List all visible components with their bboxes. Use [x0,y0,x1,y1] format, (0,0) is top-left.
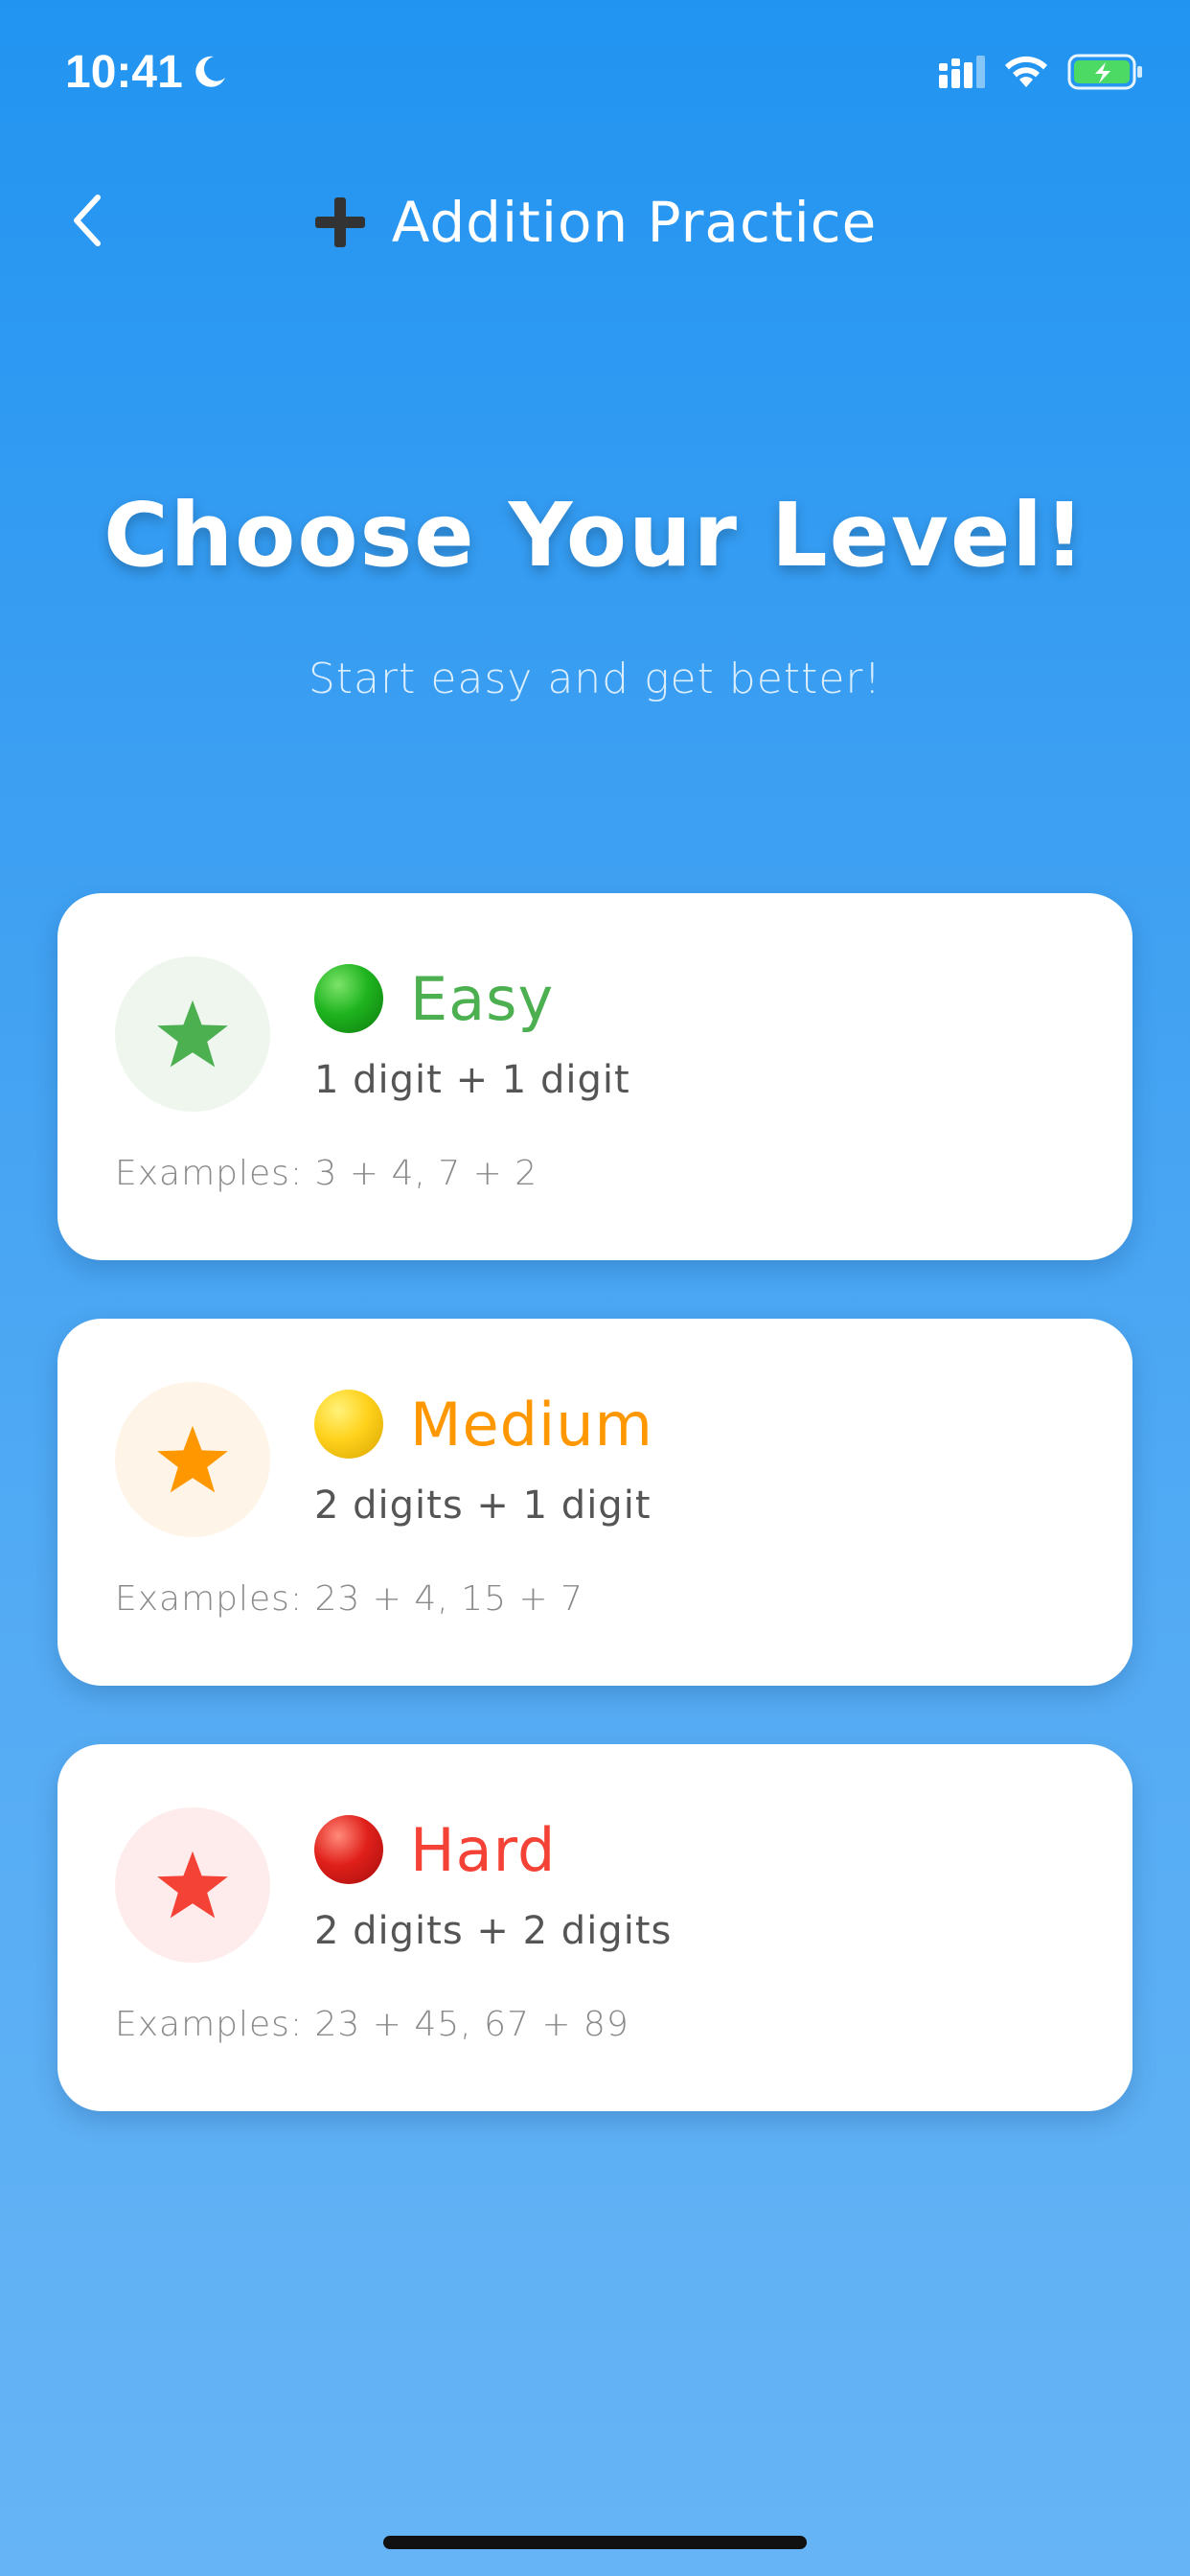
level-badge [115,1807,270,1963]
moon-icon [191,53,229,91]
level-header: Easy [314,960,554,1037]
level-description: 1 digit + 1 digit [314,1058,630,1102]
level-card-easy[interactable]: Easy 1 digit + 1 digit Examples: 3 + 4, … [57,893,1133,1260]
yellow-circle-icon [314,1390,383,1459]
level-examples: Examples: 3 + 4, 7 + 2 [115,1154,538,1193]
battery-charging-icon [1067,54,1144,94]
level-badge [115,956,270,1112]
red-circle-icon [314,1815,383,1884]
level-card-medium[interactable]: Medium 2 digits + 1 digit Examples: 23 +… [57,1319,1133,1686]
green-circle-icon [314,964,383,1033]
level-examples: Examples: 23 + 4, 15 + 7 [115,1579,584,1619]
plus-icon [314,197,365,247]
page-subtitle: Start easy and get better! [308,655,882,703]
status-icons [939,50,1144,98]
status-time: 10:41 [65,46,183,98]
page-title: Choose Your Level! [103,484,1087,586]
level-title: Hard [410,1814,557,1885]
level-description: 2 digits + 2 digits [314,1909,673,1953]
nav-title: Addition Practice [391,190,878,255]
star-icon [157,1851,228,1919]
cellular-signal-icon [939,56,985,92]
star-icon [157,1425,228,1493]
status-time-group: 10:41 [65,38,229,105]
level-examples: Examples: 23 + 45, 67 + 89 [115,2005,629,2044]
level-card-hard[interactable]: Hard 2 digits + 2 digits Examples: 23 + … [57,1744,1133,2111]
star-icon [157,1000,228,1068]
screen: 10:41 Addition Practice Choose Your Leve… [0,0,1190,2576]
level-title: Easy [410,963,555,1034]
status-bar: 10:41 [0,0,1190,144]
wifi-icon [1002,55,1050,93]
level-header: Medium [314,1386,653,1462]
level-title: Medium [410,1389,653,1460]
level-badge [115,1382,270,1537]
level-header: Hard [314,1811,556,1888]
home-indicator[interactable] [383,2536,807,2549]
nav-title-group: Addition Practice [0,184,1190,261]
nav-bar: Addition Practice [0,163,1190,278]
level-description: 2 digits + 1 digit [314,1484,652,1528]
